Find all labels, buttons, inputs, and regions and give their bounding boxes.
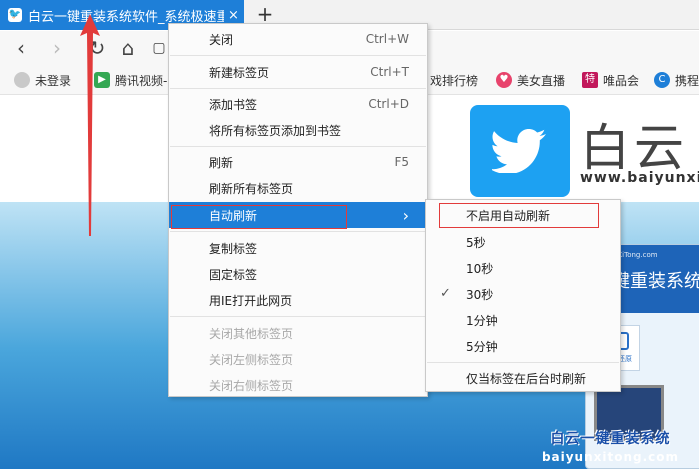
close-tab-icon[interactable]: × (228, 8, 239, 23)
submenu-item-label: 10秒 (466, 261, 494, 276)
bookmark-label: 唯品会 (603, 73, 640, 88)
menu-item-label: 固定标签 (209, 267, 258, 282)
bird-icon (492, 129, 546, 173)
annotation-highlight-box (171, 205, 347, 229)
checkmark-icon: ✓ (440, 286, 451, 301)
chevron-right-icon: › (402, 205, 409, 225)
menu-divider (427, 362, 619, 363)
user-icon (14, 72, 30, 88)
watermark: 白云一键重装系统 baiyunxitong.com (522, 428, 699, 464)
menu-item-duplicate-tab[interactable]: 复制标签 (169, 235, 427, 261)
menu-item-label: 新建标签页 (209, 65, 270, 80)
submenu-item-1min[interactable]: 1分钟 (426, 307, 620, 333)
vip-icon: 特 (582, 72, 598, 88)
submenu-item-10s[interactable]: 10秒 (426, 255, 620, 281)
menu-divider (170, 231, 426, 232)
menu-item-close[interactable]: 关闭 Ctrl+W (169, 26, 427, 52)
menu-item-shortcut: Ctrl+W (365, 32, 409, 46)
submenu-item-label: 5分钟 (466, 339, 498, 354)
menu-item-shortcut: F5 (394, 155, 409, 169)
menu-divider (170, 316, 426, 317)
forward-button[interactable]: › (44, 35, 70, 61)
bookmark-vip[interactable]: 特 唯品会 (582, 65, 639, 95)
menu-item-label: 关闭 (209, 32, 234, 47)
menu-item-refresh[interactable]: 刷新 F5 (169, 149, 427, 175)
submenu-item-5s[interactable]: 5秒 (426, 229, 620, 255)
bookmark-login[interactable]: 未登录 (14, 65, 71, 95)
menu-item-close-right[interactable]: 关闭右侧标签页 (169, 372, 427, 398)
bird-icon: 🐦 (8, 8, 22, 22)
home-button[interactable]: ⌂ (115, 35, 141, 61)
bookmark-ctrip[interactable]: C 携程 (654, 65, 699, 95)
submenu-item-label: 5秒 (466, 235, 486, 250)
bookmark-label: 戏排行榜 (430, 73, 479, 88)
bookmark-label: 腾讯视频- (115, 73, 168, 88)
back-button[interactable]: ‹ (8, 35, 34, 61)
menu-item-shortcut: Ctrl+D (368, 97, 409, 111)
menu-item-add-bookmark[interactable]: 添加书签 Ctrl+D (169, 91, 427, 117)
bookmark-label: 美女直播 (517, 73, 566, 88)
menu-item-shortcut: Ctrl+T (370, 65, 409, 79)
annotation-arrow-icon (80, 14, 100, 236)
bookmark-label: 携程 (675, 73, 699, 88)
menu-divider (170, 88, 426, 89)
menu-item-close-others[interactable]: 关闭其他标签页 (169, 320, 427, 346)
submenu-item-30s[interactable]: ✓ 30秒 (426, 281, 620, 307)
ctrip-icon: C (654, 72, 670, 88)
bookmark-live[interactable]: ♥ 美女直播 (496, 65, 565, 95)
tab-title: 白云一键重装系统软件_系统极速重装 (28, 9, 224, 25)
submenu-item-label: 30秒 (466, 287, 494, 302)
site-logo[interactable] (470, 105, 570, 197)
menu-item-label: 复制标签 (209, 241, 258, 256)
annotation-highlight-box (439, 203, 599, 228)
menu-item-label: 将所有标签页添加到书签 (209, 123, 342, 138)
bookmark-label: 未登录 (35, 73, 72, 88)
menu-item-label: 关闭其他标签页 (209, 326, 294, 341)
menu-item-bookmark-all[interactable]: 将所有标签页添加到书签 (169, 117, 427, 143)
menu-divider (170, 55, 426, 56)
submenu-item-background-only[interactable]: 仅当标签在后台时刷新 (426, 365, 620, 391)
submenu-item-label: 仅当标签在后台时刷新 (466, 371, 587, 386)
menu-item-close-left[interactable]: 关闭左侧标签页 (169, 346, 427, 372)
tab-context-menu: 关闭 Ctrl+W 新建标签页 Ctrl+T 添加书签 Ctrl+D 将所有标签… (168, 23, 428, 397)
heart-icon: ♥ (496, 72, 512, 88)
menu-item-refresh-all[interactable]: 刷新所有标签页 (169, 175, 427, 201)
bookmark-tencent-video[interactable]: ▶ 腾讯视频- (94, 65, 167, 95)
auto-refresh-submenu: 不启用自动刷新 5秒 10秒 ✓ 30秒 1分钟 5分钟 仅当标签在后台时刷新 (425, 199, 621, 392)
menu-item-label: 添加书签 (209, 97, 258, 112)
menu-item-label: 关闭右侧标签页 (209, 378, 294, 393)
submenu-item-label: 1分钟 (466, 313, 498, 328)
brand-url: www.baiyunxi (580, 170, 699, 186)
submenu-item-5min[interactable]: 5分钟 (426, 333, 620, 359)
menu-item-pin-tab[interactable]: 固定标签 (169, 261, 427, 287)
menu-divider (170, 146, 426, 147)
menu-item-new-tab[interactable]: 新建标签页 Ctrl+T (169, 59, 427, 85)
watermark-url: baiyunxitong.com (541, 450, 680, 464)
bookmark-game-rank[interactable]: 戏排行榜 (430, 65, 478, 95)
menu-item-open-in-ie[interactable]: 用IE打开此网页 (169, 287, 427, 313)
menu-item-label: 用IE打开此网页 (209, 293, 293, 308)
watermark-title: 白云一键重装系统 (550, 431, 671, 447)
menu-item-label: 刷新 (209, 155, 234, 170)
menu-item-label: 关闭左侧标签页 (209, 352, 294, 367)
menu-item-label: 刷新所有标签页 (209, 181, 294, 196)
